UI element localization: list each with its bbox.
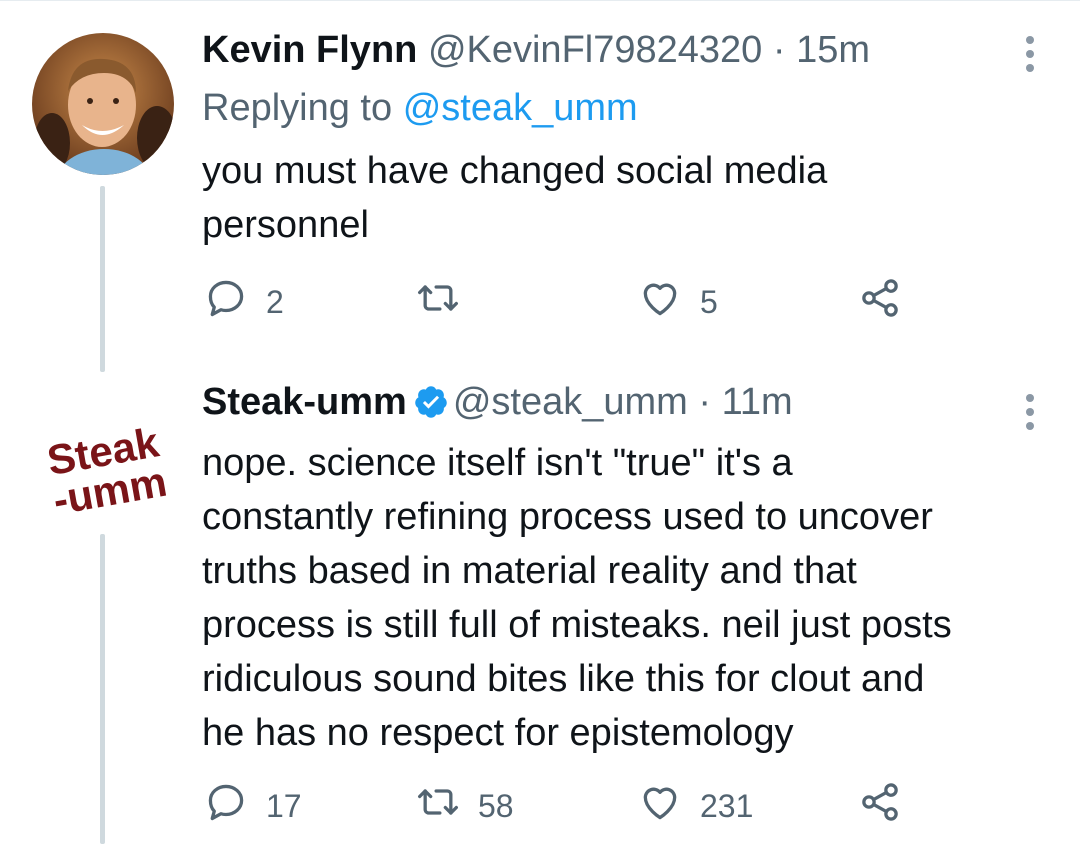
tweet-text-line: constantly refining process used to unco…	[202, 496, 933, 538]
user-handle[interactable]: @KevinFl79824320	[428, 29, 762, 71]
tweet-text-line: nope. science itself isn't "true" it's a	[202, 442, 793, 484]
tweet-steak-umm[interactable]: Steak -umm Steak-umm @steak_umm · 11m nop…	[0, 372, 1080, 852]
more-icon[interactable]	[1026, 394, 1036, 436]
retweet-button[interactable]	[416, 280, 478, 324]
retweet-count: 58	[478, 787, 514, 824]
action-bar: 17 58 231	[204, 783, 924, 828]
action-bar: 2 5	[204, 279, 924, 324]
verified-badge-icon	[415, 386, 447, 418]
reply-button[interactable]: 2	[204, 280, 284, 324]
timestamp[interactable]: 11m	[722, 381, 793, 423]
like-icon	[638, 276, 682, 328]
tweet-text: you must have changed social media perso…	[202, 144, 1062, 252]
timestamp[interactable]: 15m	[796, 29, 870, 71]
reply-button[interactable]: 17	[204, 784, 302, 828]
tweet-kevin-flynn[interactable]: Kevin Flynn @KevinFl79824320 · 15m Reply…	[0, 0, 1080, 372]
tweet-header: Steak-umm @steak_umm · 11m	[202, 380, 793, 424]
tweet-text-line: you must have changed social media	[202, 150, 828, 192]
tweet-text-line: process is still full of misteaks. neil …	[202, 604, 952, 646]
like-count: 231	[700, 787, 754, 824]
share-button[interactable]	[858, 279, 902, 324]
retweet-icon	[416, 276, 460, 328]
thread-line	[100, 534, 105, 844]
share-icon	[858, 780, 902, 832]
share-icon	[858, 276, 902, 328]
separator-dot: ·	[772, 29, 786, 71]
display-name[interactable]: Kevin Flynn	[202, 29, 417, 71]
separator-dot: ·	[698, 381, 712, 423]
avatar-steak-umm[interactable]: Steak -umm	[32, 398, 174, 540]
reply-icon	[204, 780, 248, 832]
replying-prefix: Replying to	[202, 87, 393, 129]
retweet-icon	[416, 780, 460, 832]
tweet-text-line: personnel	[202, 204, 369, 246]
like-icon	[638, 780, 682, 832]
retweet-button[interactable]: 58	[416, 784, 514, 828]
like-button[interactable]: 231	[638, 784, 753, 828]
reply-count: 2	[266, 283, 284, 320]
tweet-header: Kevin Flynn @KevinFl79824320 · 15m	[202, 28, 870, 72]
like-count: 5	[700, 283, 718, 320]
replying-to: Replying to @steak_umm	[202, 84, 638, 132]
replying-mention-link[interactable]: @steak_umm	[403, 87, 638, 129]
avatar-kevin-flynn[interactable]	[32, 33, 174, 175]
tweet-text: nope. science itself isn't "true" it's a…	[202, 436, 1062, 760]
thread-line	[100, 186, 105, 372]
user-handle[interactable]: @steak_umm	[453, 381, 688, 423]
tweet-text-line: truths based in material reality and tha…	[202, 550, 857, 592]
more-icon[interactable]	[1026, 36, 1036, 78]
reply-count: 17	[266, 787, 302, 824]
like-button[interactable]: 5	[638, 280, 718, 324]
share-button[interactable]	[858, 783, 902, 828]
tweet-text-line: he has no respect for epistemology	[202, 712, 794, 754]
display-name[interactable]: Steak-umm	[202, 381, 407, 423]
reply-icon	[204, 276, 248, 328]
tweet-text-line: ridiculous sound bites like this for clo…	[202, 658, 925, 700]
